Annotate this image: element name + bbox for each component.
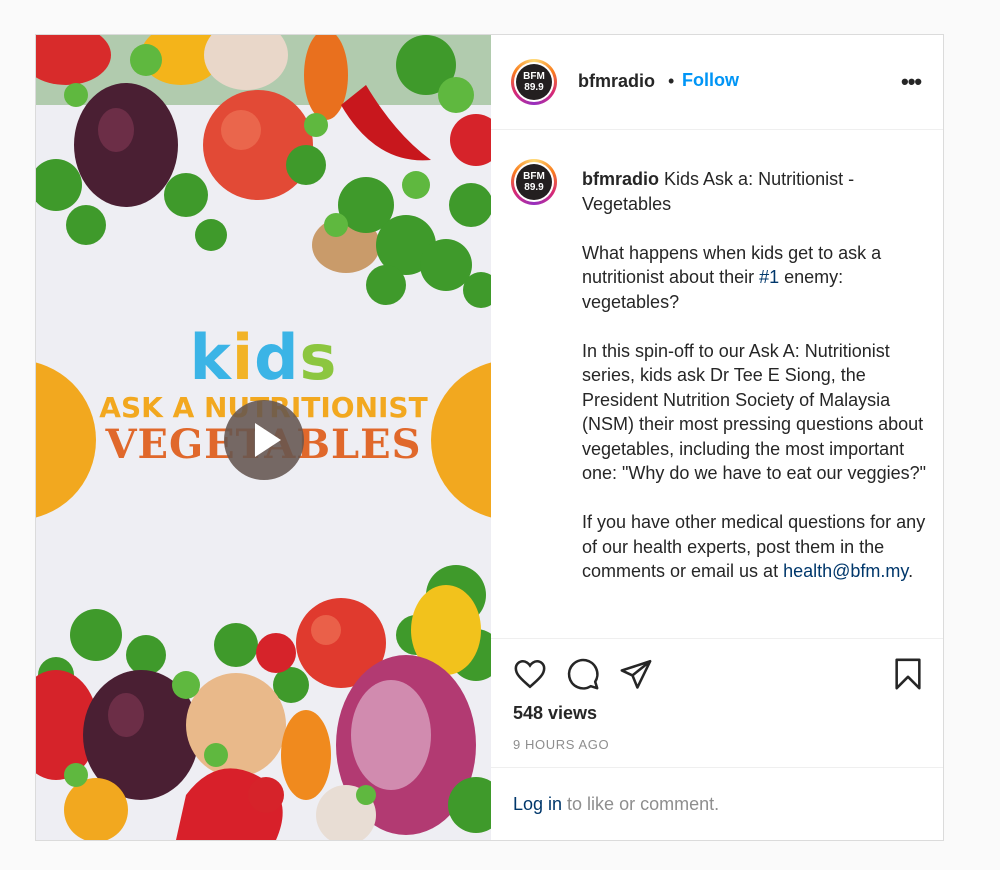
follow-button[interactable]: Follow bbox=[682, 70, 739, 91]
login-prompt: to like or comment. bbox=[562, 794, 720, 814]
post-timestamp: 9 HOURS AGO bbox=[513, 737, 610, 752]
caption-username[interactable]: bfmradio bbox=[582, 169, 659, 189]
email-link[interactable]: health@bfm.my bbox=[783, 561, 908, 581]
instagram-post: kids ASK A NUTRITIONIST VEGETABLES BFM89… bbox=[35, 34, 944, 841]
author-username[interactable]: bfmradio bbox=[578, 71, 655, 92]
caption-paragraph: In this spin-off to our Ask A: Nutrition… bbox=[582, 340, 926, 484]
play-button[interactable] bbox=[224, 400, 304, 480]
view-count: 548 views bbox=[513, 703, 598, 723]
bookmark-icon[interactable] bbox=[891, 657, 925, 691]
login-link[interactable]: Log in bbox=[513, 794, 562, 814]
hashtag-link[interactable]: #1 bbox=[759, 267, 779, 287]
avatar[interactable]: BFM 89.9 bbox=[511, 59, 557, 105]
heart-icon[interactable] bbox=[513, 657, 547, 691]
post-caption: BFM 89.9 bfmradio Kids Ask a: Nutritionis… bbox=[491, 131, 943, 639]
comment-icon[interactable] bbox=[566, 657, 600, 691]
caption-text: bfmradio Kids Ask a: Nutritionist - Vege… bbox=[582, 167, 932, 608]
video-title-kids: kids bbox=[189, 321, 338, 394]
bfm-logo-icon: BFM 89.9 bbox=[516, 164, 552, 200]
post-sidebar: BFM 89.9 bfmradio • Follow ••• BFM 89.9 bf… bbox=[491, 35, 943, 840]
bfm-logo-icon: BFM 89.9 bbox=[516, 64, 552, 100]
share-icon[interactable] bbox=[619, 657, 653, 691]
caption-avatar[interactable]: BFM 89.9 bbox=[511, 159, 557, 205]
login-bar: Log in to like or comment. bbox=[491, 767, 943, 840]
post-header: BFM 89.9 bfmradio • Follow ••• bbox=[491, 35, 943, 130]
post-actions: 548 views 9 HOURS AGO Log in to like or … bbox=[491, 639, 943, 840]
post-video[interactable]: kids ASK A NUTRITIONIST VEGETABLES bbox=[36, 35, 491, 840]
separator-dot: • bbox=[668, 71, 675, 91]
more-options-icon[interactable]: ••• bbox=[901, 69, 922, 95]
